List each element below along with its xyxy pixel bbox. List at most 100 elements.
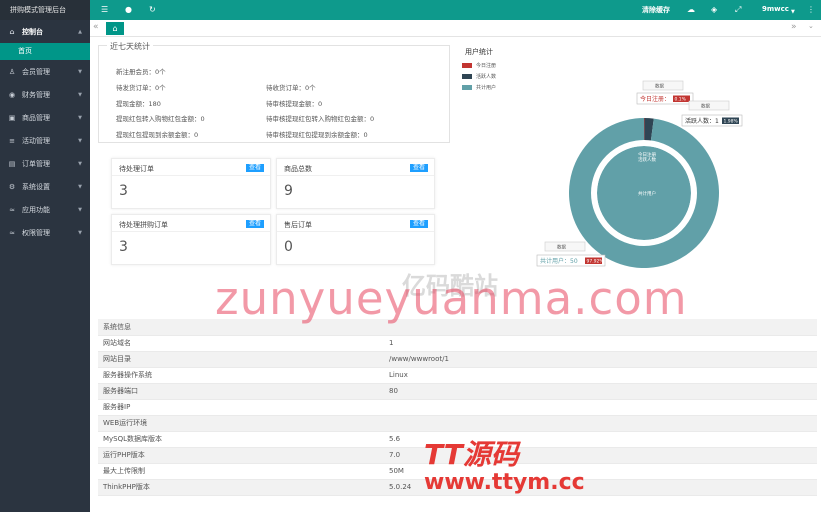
info-value: [384, 415, 817, 432]
table-row: 最大上传限制 50M: [98, 463, 817, 480]
table-row: 服务器操作系统 Linux: [98, 367, 817, 384]
sidebar-item-label: 权限管理: [22, 228, 50, 237]
chevron-down-icon[interactable]: ⌄: [808, 22, 814, 30]
info-key: WEB运行环境: [98, 415, 384, 432]
table-row: 服务器IP: [98, 399, 817, 416]
weekly-stats-panel: 近七天统计 新注册会员：0个 待发货订单：0个 待收货订单：0个 提现金额：18…: [98, 41, 450, 143]
theme-icon[interactable]: ☁: [687, 5, 695, 15]
system-info-header: 系统信息: [98, 319, 817, 336]
sidebar-item-members[interactable]: ♙ 会员管理 ▼: [0, 60, 90, 83]
finance-icon: ◉: [8, 90, 16, 99]
card-divider: [112, 231, 270, 232]
goods-icon: ▣: [8, 113, 16, 122]
card-title: 待处理订单: [119, 165, 154, 173]
tooltip-header: 数据: [557, 244, 566, 251]
slice-label: 活跃人数: [638, 156, 656, 163]
menu-icon[interactable]: ☰: [101, 5, 108, 15]
info-key: 运行PHP版本: [98, 447, 384, 464]
sidebar-item-label: 活动管理: [22, 136, 50, 145]
card-aftersale-orders: 售后订单 查看 0: [276, 214, 435, 265]
info-key: 服务器操作系统: [98, 367, 384, 384]
more-icon[interactable]: ⋮: [807, 5, 815, 15]
sidebar-subitem-home[interactable]: 首页: [0, 43, 90, 60]
info-key: 网站域名: [98, 335, 384, 352]
chevron-down-icon: ▼: [78, 68, 82, 75]
sidebar-item-label: 商品管理: [22, 113, 50, 122]
user-icon: ♙: [8, 67, 16, 76]
view-button[interactable]: 查看: [409, 164, 428, 172]
app-icon: ≈: [9, 205, 15, 214]
sidebar-item-finance[interactable]: ◉ 财务管理 ▼: [0, 83, 90, 106]
info-value: 1: [384, 335, 817, 352]
tooltip-header: 数据: [701, 103, 710, 110]
tooltip-label: 活跃人数：1: [685, 117, 719, 125]
tooltip-percent: 97.92%: [587, 259, 605, 265]
stat-withdraw-redbag: 提现红包转入购物红包金额：0: [116, 115, 205, 123]
user-stats-chart-panel: 用户统计 今日注册 活跃人数 共计用户 今日注册 活跃人数 共计用户 数据 今日注册： 0…: [459, 43, 815, 307]
sidebar-item-settings[interactable]: ⚙ 系统设置 ▼: [0, 175, 90, 198]
chevron-down-icon[interactable]: ▼: [791, 7, 795, 17]
card-title: 售后订单: [284, 221, 312, 229]
chevron-down-icon: ▼: [78, 183, 82, 190]
refresh-icon[interactable]: ↻: [149, 5, 156, 15]
slice-label: 今日注册: [638, 151, 656, 158]
tab-home-icon[interactable]: ⌂: [106, 22, 124, 35]
view-button[interactable]: 查看: [409, 220, 428, 228]
stat-pending-withdraw-redbag-balance: 待审核提现红包提现到余额金额：0: [266, 131, 368, 139]
sidebar-item-console[interactable]: ⌂ 控制台 ▲: [0, 20, 90, 43]
system-info-table: 系统信息 网站域名 1 网站目录/www/wwwroot/1 服务器操作系统 Linux 服…: [98, 319, 817, 496]
sidebar-item-activity[interactable]: ≡ 活动管理 ▼: [0, 129, 90, 152]
sidebar-item-apps[interactable]: ≈ 应用功能 ▼: [0, 198, 90, 221]
info-value: /www/wwwroot/1: [384, 351, 817, 368]
info-key: 网站目录: [98, 351, 384, 368]
globe-icon[interactable]: ●: [125, 5, 132, 15]
info-value: 7.0: [384, 447, 817, 464]
info-value: Linux: [384, 367, 817, 384]
info-value: 50M: [384, 463, 817, 480]
info-key: 系统信息: [98, 319, 384, 336]
chevron-up-icon: ▲: [78, 28, 82, 35]
sidebar: 拼购模式管理后台 ⌂ 控制台 ▲ 首页 ♙ 会员管理 ▼ ◉ 财务管理 ▼ ▣ …: [0, 0, 90, 512]
clear-cache-button[interactable]: 清除缓存: [642, 5, 670, 15]
center-label: 共计用户: [638, 190, 656, 197]
sidebar-item-label: 控制台: [22, 27, 43, 36]
info-value: 5.6: [384, 431, 817, 448]
view-button[interactable]: 查看: [245, 164, 264, 172]
sidebar-item-permissions[interactable]: ≈ 权限管理 ▼: [0, 221, 90, 244]
card-pending-orders: 待处理订单 查看 3: [111, 158, 271, 209]
view-button[interactable]: 查看: [245, 220, 264, 228]
card-total-goods: 商品总数 查看 9: [276, 158, 435, 209]
card-divider: [277, 231, 434, 232]
card-title: 商品总数: [284, 165, 312, 173]
donut-chart: 今日注册活跃人数共计用户数据今日注册： 0.1%数据活跃人数：1 1.98%数据共计…: [536, 80, 743, 268]
weekly-stats-title: 近七天统计: [107, 41, 153, 52]
user-menu[interactable]: 9mwcc: [762, 5, 789, 13]
tag-icon[interactable]: ◈: [711, 5, 717, 15]
chevron-down-icon: ▼: [78, 114, 82, 121]
info-key: 服务器端口: [98, 383, 384, 400]
card-value: 0: [284, 239, 293, 255]
table-row: 服务器端口 80: [98, 383, 817, 400]
sidebar-item-label: 财务管理: [22, 90, 50, 99]
fullscreen-icon[interactable]: ⤢: [735, 5, 741, 15]
card-divider: [277, 175, 434, 176]
chevron-down-icon: ▼: [78, 137, 82, 144]
tooltip-label: 共计用户：50: [540, 257, 578, 265]
sidebar-item-label: 系统设置: [22, 182, 50, 191]
tab-scroll-right-icon[interactable]: »: [791, 22, 797, 32]
tab-scroll-left-icon[interactable]: «: [93, 22, 99, 32]
tooltip-header: 数据: [655, 83, 664, 90]
info-value: 5.0.24: [384, 479, 817, 496]
info-key: ThinkPHP版本: [98, 479, 384, 496]
order-icon: ▤: [8, 159, 16, 168]
card-pending-group-orders: 待处理拼购订单 查看 3: [111, 214, 271, 265]
info-value: [384, 399, 817, 416]
card-divider: [112, 175, 270, 176]
stat-withdraw-amount: 提现金额：180: [116, 100, 161, 108]
card-value: 9: [284, 183, 293, 199]
table-row: 网站域名 1: [98, 335, 817, 352]
stat-pending-withdraw: 待审核提现金额：0: [266, 100, 323, 108]
sidebar-item-orders[interactable]: ▤ 订单管理 ▼: [0, 152, 90, 175]
sidebar-item-goods[interactable]: ▣ 商品管理 ▼: [0, 106, 90, 129]
stat-withdraw-redbag-balance: 提现红包提现到余额金额：0: [116, 131, 199, 139]
